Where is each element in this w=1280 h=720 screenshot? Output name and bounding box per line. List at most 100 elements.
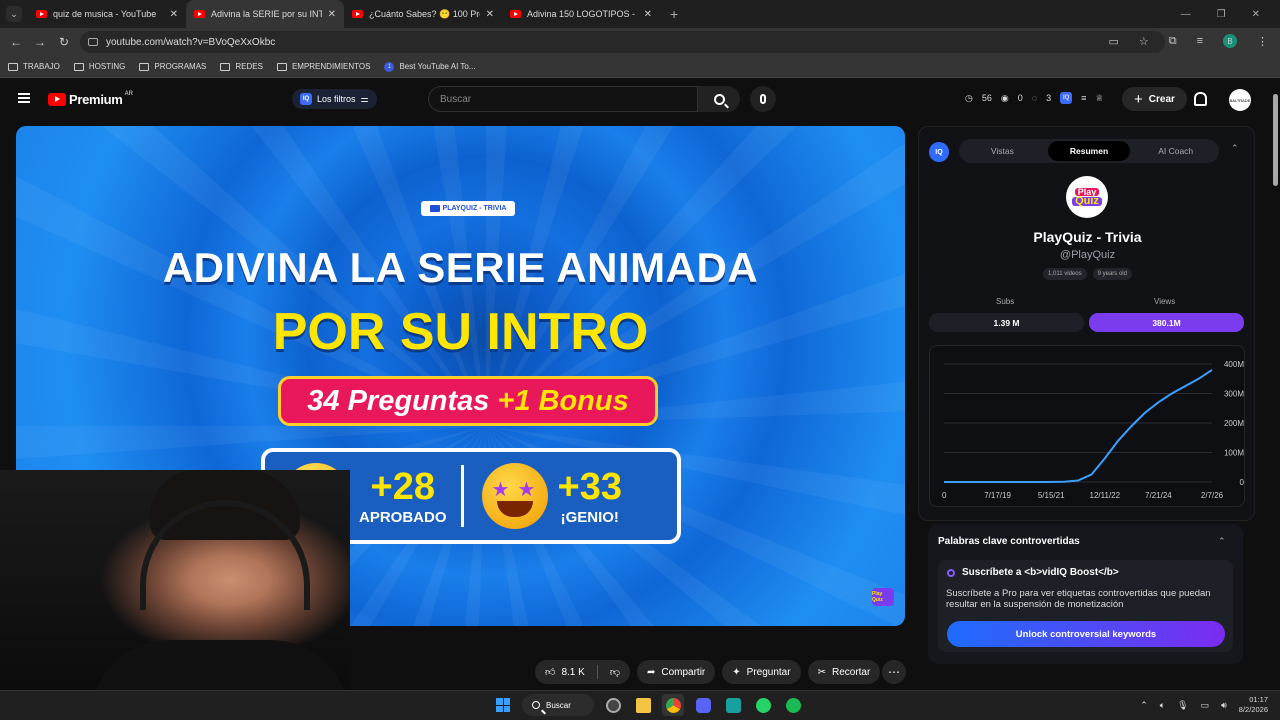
thumbs-up-icon: 👍︎ (545, 667, 556, 678)
unlock-keywords-button[interactable]: Unlock controversial keywords (947, 621, 1225, 647)
like-button[interactable]: 👍︎ 8.1 K 👎︎ (535, 660, 630, 684)
close-icon[interactable]: ✕ (328, 9, 336, 20)
youtube-favicon-icon (36, 10, 47, 18)
views-chart: 0 100M 200M 300M 400M 0 7/17/19 5/15/21 12/11/22… (929, 345, 1245, 507)
vidiq-icon: IQ (300, 93, 312, 105)
bookmark-programas[interactable]: PROGRAMAS (139, 62, 206, 71)
whatsapp-button[interactable] (752, 694, 774, 716)
vidiq-icon[interactable]: IQ (1060, 92, 1073, 104)
trophy-icon[interactable]: ♕ (1095, 93, 1103, 104)
share-button[interactable]: ➦ Compartir (636, 660, 716, 684)
window-close-icon[interactable]: ✕ (1252, 9, 1260, 20)
tab-search-icon[interactable]: ⌄ (6, 6, 22, 22)
new-tab-button[interactable]: + (670, 6, 678, 22)
minimize-icon[interactable]: — (1181, 9, 1191, 20)
reload-icon[interactable]: ↻ (52, 35, 76, 49)
ask-button[interactable]: ✦ Preguntar (722, 660, 801, 684)
chrome-button[interactable] (662, 694, 684, 716)
tab-1[interactable]: Adivina la SERIE por su INTRO 🔴✕ (186, 0, 344, 28)
account-avatar[interactable]: BALTRADE (1229, 89, 1251, 111)
start-button[interactable] (492, 694, 514, 716)
score-genius: +33 ¡GENIO! (557, 465, 622, 526)
voice-search-button[interactable] (750, 86, 776, 112)
youtube-play-icon (48, 93, 66, 106)
channel-watermark[interactable]: Play Quiz (872, 588, 894, 606)
reading-list-icon[interactable]: ≡ (1197, 35, 1203, 47)
taskbar-app-1[interactable] (602, 694, 624, 716)
volume-icon[interactable]: 🔈︎ (1160, 700, 1165, 711)
bookmark-redes[interactable]: REDES (220, 62, 263, 71)
folder-icon (73, 62, 84, 71)
mic-icon[interactable]: 🎙︎ (1177, 700, 1188, 711)
close-icon[interactable]: ✕ (486, 9, 494, 20)
channel-name[interactable]: PlayQuiz - Trivia (919, 229, 1256, 245)
cast-icon[interactable]: ▭ (1108, 35, 1118, 48)
site-info-icon[interactable] (88, 38, 98, 46)
discord-button[interactable] (692, 694, 714, 716)
bookmark-best-youtube-ai[interactable]: 1 Best YouTube AI To... (384, 61, 476, 72)
profile-avatar[interactable]: B (1223, 34, 1237, 48)
sliders-icon: ⚌ (360, 93, 369, 104)
chart-x-tick-label: 7/17/19 (984, 491, 1011, 500)
bookmark-star-icon[interactable]: ☆ (1139, 35, 1149, 48)
search-input[interactable]: Buscar (428, 86, 698, 112)
mic-icon (760, 94, 766, 104)
sparkle-icon: ✦ (732, 666, 741, 678)
page-scrollbar[interactable] (1271, 80, 1280, 690)
collapse-icon[interactable]: ⌃ (1231, 143, 1239, 154)
search-button[interactable] (698, 86, 740, 112)
chart-y-tick-label: 300M (1224, 390, 1244, 399)
tray-overflow-icon[interactable]: ⌃ (1140, 700, 1148, 711)
tab-ai-coach[interactable]: AI Coach (1134, 141, 1217, 161)
scrollbar-thumb[interactable] (1273, 94, 1278, 186)
browser-tab-strip: ⌄ quiz de musica - YouTube ✕ Adivina la S… (0, 0, 1280, 28)
filters-button[interactable]: IQ Los filtros ⚌ (292, 89, 377, 109)
create-button[interactable]: + Crear (1122, 87, 1187, 111)
spotify-button[interactable] (782, 694, 804, 716)
extensions-icon[interactable]: ⧉ (1169, 35, 1177, 48)
speaker-icon[interactable]: 🔊︎ (1221, 700, 1227, 711)
thumbs-down-icon[interactable]: 👎︎ (610, 666, 620, 678)
youtube-logo[interactable]: Premium AR (48, 91, 133, 107)
discord-icon (695, 697, 711, 713)
channel-logo[interactable]: Play Quiz (1066, 176, 1108, 218)
browser-menu-icon[interactable]: ⋮ (1257, 35, 1268, 48)
url-field[interactable]: youtube.com/watch?v=BVoQeXxOkbc (80, 31, 1165, 53)
list-icon[interactable]: ≡ (1081, 93, 1086, 103)
scissors-icon: ✂ (817, 666, 826, 678)
taskbar-app-2[interactable] (722, 694, 744, 716)
app-icon (605, 697, 621, 713)
promo-heading: Suscríbete a <b>vidIQ Boost</b> (962, 567, 1119, 578)
taskbar-clock[interactable]: 01:17 8/2/2026 (1239, 695, 1268, 715)
vidiq-logo-icon[interactable]: IQ (929, 142, 949, 162)
channel-handle: @PlayQuiz (1059, 249, 1116, 261)
notifications-icon[interactable] (1194, 92, 1207, 106)
folder-icon (220, 62, 231, 71)
tab-vistas[interactable]: Vistas (961, 141, 1044, 161)
subs-value[interactable]: 1.39 M (929, 313, 1084, 332)
taskbar-search[interactable]: Buscar (522, 694, 594, 716)
file-explorer-button[interactable] (632, 694, 654, 716)
tab-resumen[interactable]: Resumen (1047, 141, 1131, 161)
bookmark-trabajo[interactable]: TRABAJO (8, 62, 60, 71)
close-icon[interactable]: ✕ (644, 9, 652, 20)
tab-0[interactable]: quiz de musica - YouTube ✕ (28, 0, 186, 28)
more-actions-button[interactable]: ⋯ (882, 660, 906, 684)
views-chart-svg: 0 100M 200M 300M 400M 0 7/17/19 5/15/21 12/11/22… (942, 360, 1245, 500)
taskbar: Buscar ⌃ 🔈︎ 🎙︎ ▭ 🔊︎ 01:17 8/2/2026 (0, 690, 1280, 720)
menu-icon[interactable] (18, 93, 30, 103)
bookmark-emprendimientos[interactable]: EMPRENDIMIENTOS (276, 62, 370, 71)
back-icon[interactable]: ← (4, 35, 28, 49)
tab-3[interactable]: Adivina 150 LOGOTIPOS - Marc✕ (502, 0, 660, 28)
network-icon[interactable]: ▭ (1201, 700, 1210, 711)
views-value[interactable]: 380.1M (1089, 313, 1244, 332)
tab-2[interactable]: ¿Cuánto Sabes? 😶 100 Pregun✕ (344, 0, 502, 28)
maximize-icon[interactable]: ❐ (1217, 9, 1226, 20)
thumbnail-questions-pill: 34 Preguntas +1 Bonus (278, 376, 658, 426)
clip-button[interactable]: ✂ Recortar (807, 660, 881, 684)
youtube-favicon-icon (352, 10, 363, 18)
bookmark-hosting[interactable]: HOSTING (73, 62, 125, 71)
close-icon[interactable]: ✕ (170, 9, 178, 20)
collapse-icon[interactable]: ⌃ (1218, 536, 1226, 547)
forward-icon[interactable]: → (28, 35, 52, 49)
